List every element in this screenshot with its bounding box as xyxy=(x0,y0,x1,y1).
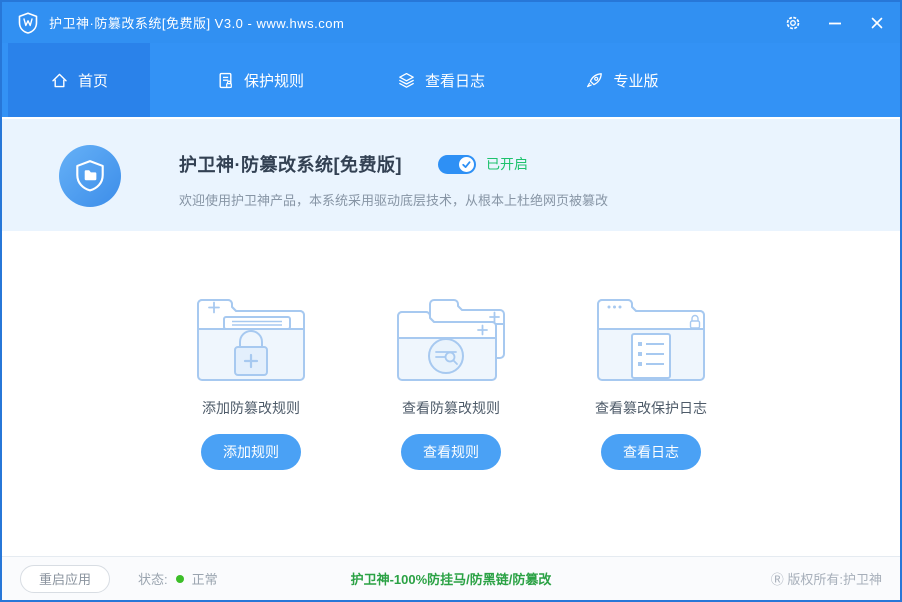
card-view-logs: 查看篡改保护日志 查看日志 xyxy=(575,292,727,556)
window-title: 护卫神·防篡改系统[免费版] V3.0 - www.hws.com xyxy=(49,13,344,32)
tab-protection-rules[interactable]: 保护规则 xyxy=(189,43,331,117)
restart-app-button[interactable]: 重启应用 xyxy=(20,565,110,593)
card-caption: 添加防篡改规则 xyxy=(202,398,300,418)
welcome-description: 欢迎使用护卫神产品，本系统采用驱动底层技术，从根本上杜绝网页被篡改 xyxy=(179,190,608,209)
home-icon xyxy=(50,71,69,90)
toggle-check-icon xyxy=(459,157,474,172)
status-label: 状态: xyxy=(138,569,168,588)
app-logo-shield-icon xyxy=(16,11,40,35)
tab-label: 专业版 xyxy=(613,70,658,91)
footer-slogan: 护卫神-100%防挂马/防黑链/防篡改 xyxy=(351,569,552,588)
main-nav: 首页 保护规则 查看日志 xyxy=(2,43,900,117)
tab-label: 首页 xyxy=(78,70,108,91)
shield-folder-badge-icon xyxy=(59,145,121,207)
app-window: 护卫神·防篡改系统[免费版] V3.0 - www.hws.com 首页 xyxy=(0,0,902,602)
status-dot-icon xyxy=(176,575,184,583)
card-view-rules: 查看防篡改规则 查看规则 xyxy=(375,292,527,556)
toggle-status-label: 已开启 xyxy=(486,154,528,174)
document-lock-icon xyxy=(216,71,235,90)
card-caption: 查看防篡改规则 xyxy=(402,398,500,418)
folder-loglist-icon xyxy=(590,292,712,384)
tab-home[interactable]: 首页 xyxy=(8,43,150,117)
add-rules-button[interactable]: 添加规则 xyxy=(201,434,301,470)
tab-label: 保护规则 xyxy=(244,70,304,91)
folders-search-icon xyxy=(390,292,512,384)
copyright-text: Ⓡ 版权所有:护卫神 xyxy=(771,569,882,588)
minimize-button[interactable] xyxy=(826,14,844,32)
main-content: 添加防篡改规则 添加规则 查看防篡改规则 查看规则 xyxy=(2,231,900,556)
tab-label: 查看日志 xyxy=(425,70,485,91)
card-add-rules: 添加防篡改规则 添加规则 xyxy=(175,292,327,556)
titlebar: 护卫神·防篡改系统[免费版] V3.0 - www.hws.com xyxy=(2,2,900,43)
status-value: 正常 xyxy=(192,569,218,588)
footer-statusbar: 重启应用 状态: 正常 护卫神-100%防挂马/防黑链/防篡改 Ⓡ 版权所有:护… xyxy=(2,556,900,600)
tab-view-logs[interactable]: 查看日志 xyxy=(370,43,512,117)
protection-toggle[interactable] xyxy=(438,155,476,174)
view-logs-button[interactable]: 查看日志 xyxy=(601,434,701,470)
tab-professional[interactable]: 专业版 xyxy=(551,43,693,117)
card-caption: 查看篡改保护日志 xyxy=(595,398,707,418)
settings-gear-icon[interactable] xyxy=(784,14,802,32)
view-rules-button[interactable]: 查看规则 xyxy=(401,434,501,470)
close-button[interactable] xyxy=(868,14,886,32)
status-header: 护卫神·防篡改系统[免费版] 已开启 欢迎使用护卫神产品，本系统采用驱动底层技术… xyxy=(2,117,900,231)
status-group: 状态: 正常 xyxy=(138,569,218,588)
folder-add-lock-icon xyxy=(190,292,312,384)
rocket-icon xyxy=(585,71,604,90)
layers-icon xyxy=(397,71,416,90)
product-title: 护卫神·防篡改系统[免费版] xyxy=(179,151,402,177)
